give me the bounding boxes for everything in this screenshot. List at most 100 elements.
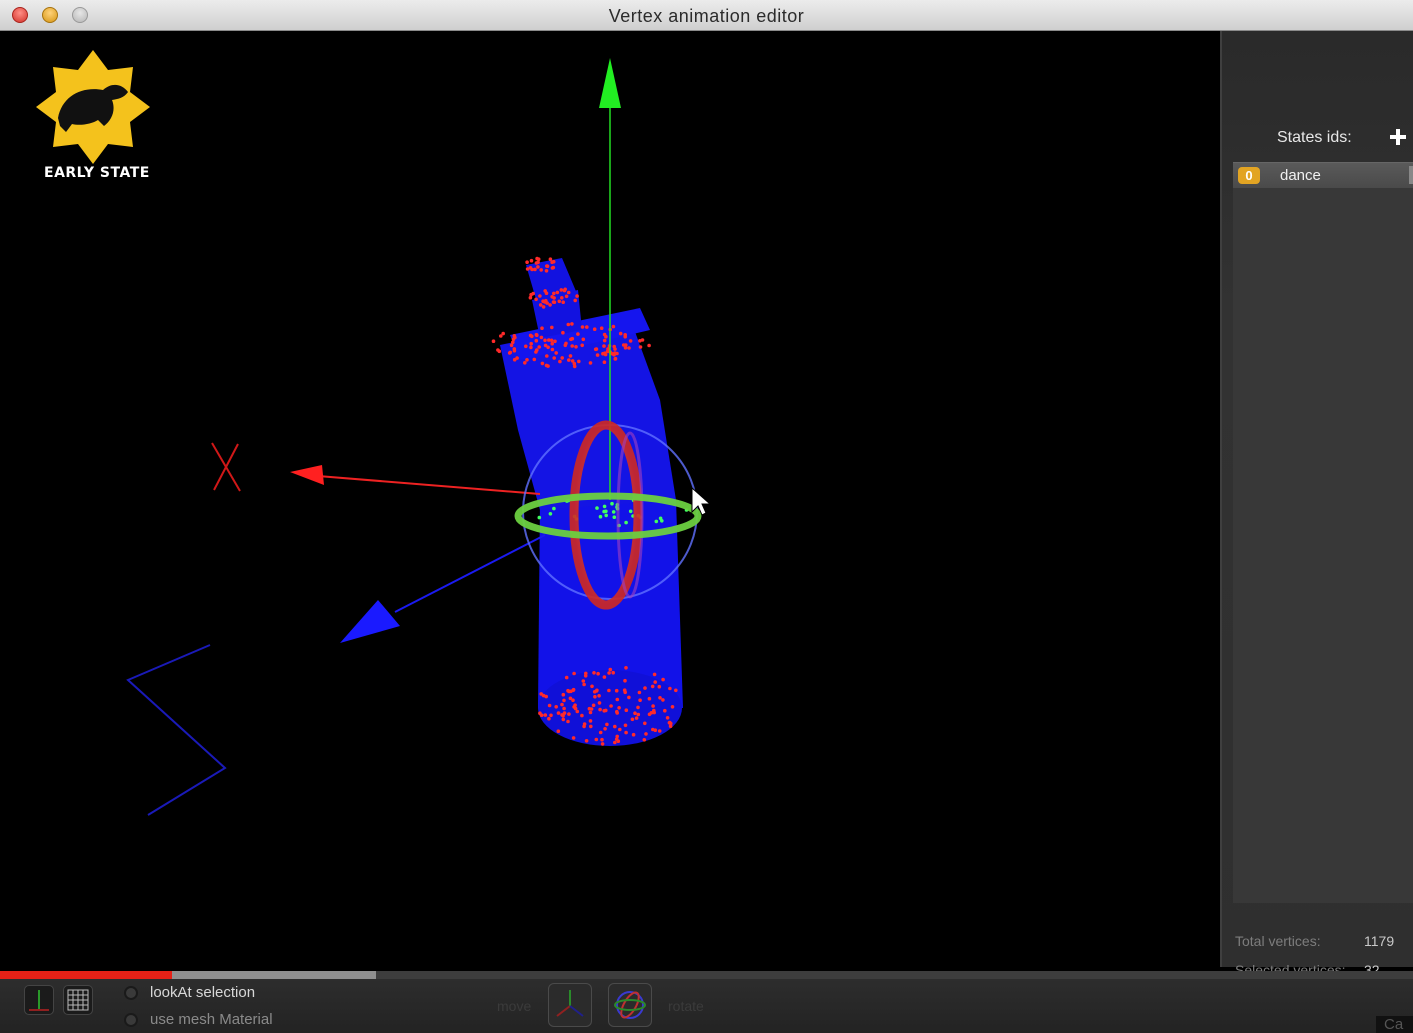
vertex-point[interactable] bbox=[624, 730, 628, 735]
vertex-point[interactable] bbox=[560, 356, 564, 360]
vertex-point[interactable] bbox=[602, 332, 607, 337]
vertex-point[interactable] bbox=[644, 732, 648, 736]
vertex-point[interactable] bbox=[613, 740, 617, 745]
vertex-point[interactable] bbox=[594, 737, 599, 742]
vertex-point[interactable] bbox=[591, 703, 596, 708]
vertex-point[interactable] bbox=[624, 520, 628, 525]
vertex-point[interactable] bbox=[647, 343, 651, 348]
vertex-point[interactable] bbox=[572, 705, 576, 709]
vertex-point[interactable] bbox=[571, 736, 576, 740]
vertex-point[interactable] bbox=[584, 739, 589, 743]
vertex-point[interactable] bbox=[540, 326, 544, 331]
grid-icon[interactable] bbox=[63, 985, 93, 1015]
vertex-point[interactable] bbox=[537, 515, 542, 520]
vertex-point[interactable] bbox=[512, 348, 517, 353]
vertex-point[interactable] bbox=[546, 364, 550, 368]
vertex-point[interactable] bbox=[603, 351, 607, 356]
vertex-point[interactable] bbox=[597, 701, 602, 705]
vertex-point[interactable] bbox=[561, 692, 566, 697]
vertex-point[interactable] bbox=[624, 708, 629, 712]
use-mesh-material-radio[interactable] bbox=[124, 1013, 138, 1027]
vertex-point[interactable] bbox=[581, 679, 586, 683]
vertex-point[interactable] bbox=[542, 300, 547, 304]
vertex-point[interactable] bbox=[612, 344, 616, 349]
vertex-point[interactable] bbox=[602, 344, 606, 348]
vertex-point[interactable] bbox=[628, 339, 633, 343]
vertex-point[interactable] bbox=[525, 358, 529, 362]
vertex-point[interactable] bbox=[561, 300, 565, 305]
vertex-point[interactable] bbox=[566, 322, 571, 327]
vertex-point[interactable] bbox=[567, 358, 571, 362]
vertex-point[interactable] bbox=[530, 267, 534, 272]
vertex-point[interactable] bbox=[628, 509, 633, 514]
vertex-point[interactable] bbox=[547, 703, 552, 708]
3d-viewport[interactable]: EARLY STATE bbox=[0, 31, 1220, 967]
lookat-selection-radio[interactable] bbox=[124, 986, 138, 1000]
vertex-point[interactable] bbox=[615, 351, 619, 356]
video-progress-bar[interactable] bbox=[0, 971, 1413, 979]
vertex-point[interactable] bbox=[525, 260, 529, 265]
vertex-point[interactable] bbox=[558, 359, 562, 364]
vertex-point[interactable] bbox=[603, 727, 607, 731]
vertex-point[interactable] bbox=[652, 672, 657, 677]
vertex-point[interactable] bbox=[615, 709, 619, 714]
vertex-point[interactable] bbox=[571, 698, 575, 702]
vertex-point[interactable] bbox=[602, 504, 607, 509]
vertex-point[interactable] bbox=[663, 708, 667, 713]
vertex-point[interactable] bbox=[654, 519, 659, 524]
vertex-point[interactable] bbox=[524, 344, 528, 349]
vertex-point[interactable] bbox=[545, 264, 549, 268]
vertex-point[interactable] bbox=[513, 335, 517, 340]
vertex-point[interactable] bbox=[589, 724, 593, 729]
vertex-point[interactable] bbox=[582, 724, 586, 729]
vertex-point[interactable] bbox=[623, 678, 627, 683]
vertex-point[interactable] bbox=[613, 356, 618, 361]
vertex-point[interactable] bbox=[596, 671, 600, 676]
vertex-point[interactable] bbox=[643, 686, 647, 690]
vertex-point[interactable] bbox=[548, 257, 553, 262]
vertex-point[interactable] bbox=[528, 295, 533, 300]
vertex-point[interactable] bbox=[611, 324, 616, 329]
vertex-point[interactable] bbox=[534, 332, 539, 337]
vertex-point[interactable] bbox=[555, 290, 560, 295]
vertex-point[interactable] bbox=[545, 354, 549, 358]
vertex-point[interactable] bbox=[612, 515, 617, 519]
vertex-point[interactable] bbox=[534, 261, 539, 265]
vertex-point[interactable] bbox=[562, 711, 567, 715]
vertex-point[interactable] bbox=[598, 730, 603, 735]
vertex-point[interactable] bbox=[623, 346, 628, 350]
vertex-point[interactable] bbox=[557, 299, 562, 304]
vertex-point[interactable] bbox=[556, 711, 561, 715]
vertex-point[interactable] bbox=[509, 343, 514, 348]
vertex-point[interactable] bbox=[668, 724, 673, 728]
vertex-point[interactable] bbox=[507, 351, 512, 355]
add-state-button[interactable] bbox=[1388, 127, 1408, 147]
vertex-point[interactable] bbox=[642, 738, 647, 742]
vertex-point[interactable] bbox=[599, 326, 604, 331]
vertex-point[interactable] bbox=[660, 519, 664, 523]
z-axis-gizmo[interactable] bbox=[340, 534, 546, 643]
vertex-point[interactable] bbox=[561, 330, 565, 335]
vertex-point[interactable] bbox=[536, 265, 540, 269]
vertex-point[interactable] bbox=[623, 333, 627, 337]
vertex-point[interactable] bbox=[607, 671, 611, 675]
vertex-point[interactable] bbox=[668, 686, 672, 691]
vertex-point[interactable] bbox=[570, 322, 574, 326]
vertex-point[interactable] bbox=[538, 303, 543, 307]
vertex-point[interactable] bbox=[638, 345, 643, 349]
vertex-point[interactable] bbox=[618, 727, 622, 732]
vertex-point[interactable] bbox=[576, 332, 580, 336]
vertex-point[interactable] bbox=[556, 729, 561, 733]
vertex-point[interactable] bbox=[657, 684, 662, 689]
vertex-point[interactable] bbox=[536, 257, 541, 262]
vertex-point[interactable] bbox=[574, 345, 578, 349]
vertex-point[interactable] bbox=[595, 353, 600, 357]
vertex-point[interactable] bbox=[515, 356, 519, 360]
vertex-point[interactable] bbox=[638, 698, 642, 702]
vertex-point[interactable] bbox=[529, 345, 533, 350]
vertex-point[interactable] bbox=[538, 711, 542, 715]
move-gizmo-button[interactable] bbox=[548, 983, 592, 1027]
vertex-point[interactable] bbox=[592, 327, 597, 332]
vertex-point[interactable] bbox=[562, 288, 567, 293]
vertex-point[interactable] bbox=[525, 267, 530, 271]
